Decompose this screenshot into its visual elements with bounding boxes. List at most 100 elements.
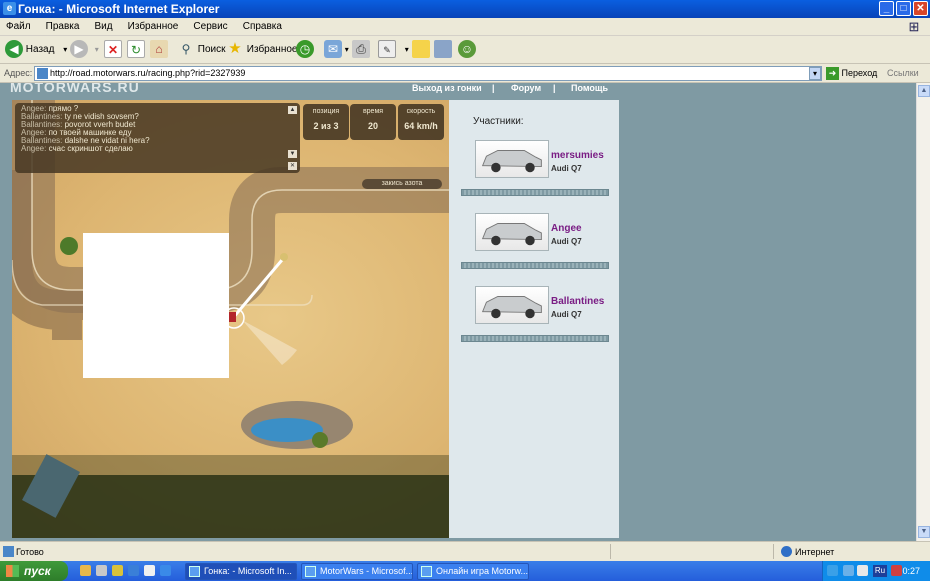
car-image [475,140,549,178]
back-dropdown-icon[interactable]: ▾ [63,45,67,54]
back-arrow-icon: ◀ [5,40,23,59]
participant-card[interactable]: Angee Audi Q7 [461,213,609,283]
address-dropdown-icon[interactable]: ▾ [809,67,821,80]
tray-icon[interactable] [827,565,838,576]
nav-help[interactable]: Помощь [571,83,608,93]
quicklaunch-icon[interactable] [80,565,91,576]
search-label: Поиск [197,44,226,55]
links-button[interactable]: Ссылки [887,68,919,78]
security-zone: Интернет [795,547,835,557]
edit-icon: ✎ [378,40,396,59]
address-url: http://road.motorwars.ru/racing.php?rid=… [50,68,246,78]
chat-close-icon[interactable]: ✕ [288,162,297,170]
print-button[interactable]: ⎙ [352,40,370,60]
menu-tools[interactable]: Сервис [187,18,233,32]
desktop-quicklaunch-icon[interactable] [144,565,155,576]
go-arrow-icon: ➜ [826,67,839,81]
participant-card[interactable]: Ballantines Audi Q7 [461,286,609,356]
tray-icon[interactable] [843,565,854,576]
edit-dropdown-icon[interactable]: ▾ [405,45,409,54]
nav-separator: | [553,83,556,93]
vertical-scrollbar[interactable]: ▲ ▼ [916,83,930,541]
participant-name[interactable]: Ballantines [551,296,604,307]
participant-name[interactable]: mersumies [551,150,604,161]
tray-icon[interactable] [891,565,902,576]
scroll-down-icon[interactable]: ▼ [918,526,930,538]
participant-progress-bar [461,335,609,342]
page-content: MOTORWARS.RU Выход из гонки | Форум | По… [0,83,916,541]
edit-button[interactable]: ✎ ▾ [378,40,409,60]
participant-card[interactable]: mersumies Audi Q7 [461,140,609,210]
home-button[interactable]: ⌂ [150,40,168,60]
messenger-icon: ☺ [458,40,476,59]
address-label: Адрес: [4,68,33,78]
messenger-button[interactable]: ☺ [458,40,476,60]
mail-dropdown-icon[interactable]: ▾ [345,45,349,54]
status-text: Готово [16,547,44,557]
volume-icon[interactable] [857,565,868,576]
taskbar: пуск Гонка: - Microsoft In... MotorWars … [0,561,930,581]
participant-car: Audi Q7 [551,164,582,173]
nav-separator: | [492,83,495,93]
forward-dropdown-icon[interactable]: ▾ [95,45,99,54]
window-title: Гонка: - Microsoft Internet Explorer [18,2,220,16]
window-title-bar[interactable]: e Гонка: - Microsoft Internet Explorer _… [0,0,930,18]
favorites-button[interactable]: ★ Избранное [226,40,297,60]
stop-icon: ✕ [104,40,122,59]
discuss-button[interactable] [412,40,430,60]
maximize-button[interactable]: □ [896,1,911,16]
print-icon: ⎙ [352,40,370,59]
address-bar: Адрес: http://road.motorwars.ru/racing.p… [0,64,930,83]
start-button[interactable]: пуск [0,561,68,581]
refresh-button[interactable]: ↻ [127,40,145,60]
language-indicator[interactable]: Ru [873,565,887,577]
windows-logo-icon: ⊞ [908,19,920,34]
quicklaunch-icon[interactable] [96,565,107,576]
status-bar: Готово Интернет [0,541,930,561]
chat-scroll-down-icon[interactable]: ▼ [288,150,297,158]
nav-forum[interactable]: Форум [511,83,541,93]
minimize-button[interactable]: _ [879,1,894,16]
chat-box[interactable]: Angee: прямо ? Ballantines: ty ne vidish… [15,103,300,173]
address-input[interactable]: http://road.motorwars.ru/racing.php?rid=… [34,66,822,81]
site-logo[interactable]: MOTORWARS.RU [10,83,140,95]
search-button[interactable]: ⚲ Поиск [177,40,226,60]
chat-scroll-up-icon[interactable]: ▲ [288,106,297,114]
mail-icon: ✉ [324,40,342,59]
research-button[interactable] [434,40,452,60]
stat-speed: скорость 64 km/h [398,104,444,140]
quicklaunch-icon[interactable] [160,565,171,576]
taskbar-task[interactable]: MotorWars - Microsof... [301,563,413,580]
close-button[interactable]: ✕ [913,1,928,16]
race-game-area[interactable]: Angee: прямо ? Ballantines: ty ne vidish… [12,100,449,538]
stop-button[interactable]: ✕ [104,40,122,60]
taskbar-task[interactable]: Онлайн игра Motorw... [417,563,529,580]
back-button[interactable]: ◀ Назад ▾ [5,40,67,60]
ie-quicklaunch-icon[interactable] [128,565,139,576]
go-button[interactable]: ➜ Переход [826,66,877,81]
taskbar-task[interactable]: Гонка: - Microsoft In... [185,563,297,580]
menu-view[interactable]: Вид [89,18,119,32]
ie-icon [305,566,316,577]
mail-button[interactable]: ✉ ▾ [324,40,349,60]
menu-file[interactable]: Файл [0,18,37,32]
menu-help[interactable]: Справка [237,18,288,32]
participants-title: Участники: [473,116,524,127]
car-image [475,286,549,324]
page-icon [37,68,48,79]
menu-favorites[interactable]: Избранное [122,18,185,32]
quicklaunch-icon[interactable] [112,565,123,576]
home-icon: ⌂ [150,40,168,59]
nitro-button[interactable]: закись азота [362,179,442,189]
participants-panel: Участники: mersumies Audi Q7 Angee Audi … [449,100,619,538]
scroll-up-icon[interactable]: ▲ [918,85,930,97]
clock[interactable]: 0:27 [902,566,920,576]
chat-line: Angee: счас скриншот сделаю [21,144,133,153]
forward-button[interactable]: ▶ ▾ [70,40,99,60]
menu-edit[interactable]: Правка [40,18,86,32]
status-divider [610,544,611,559]
history-button[interactable]: ◷ [296,40,314,60]
participant-car: Audi Q7 [551,237,582,246]
participant-name[interactable]: Angee [551,223,582,234]
nav-exit-race[interactable]: Выход из гонки [412,83,482,93]
